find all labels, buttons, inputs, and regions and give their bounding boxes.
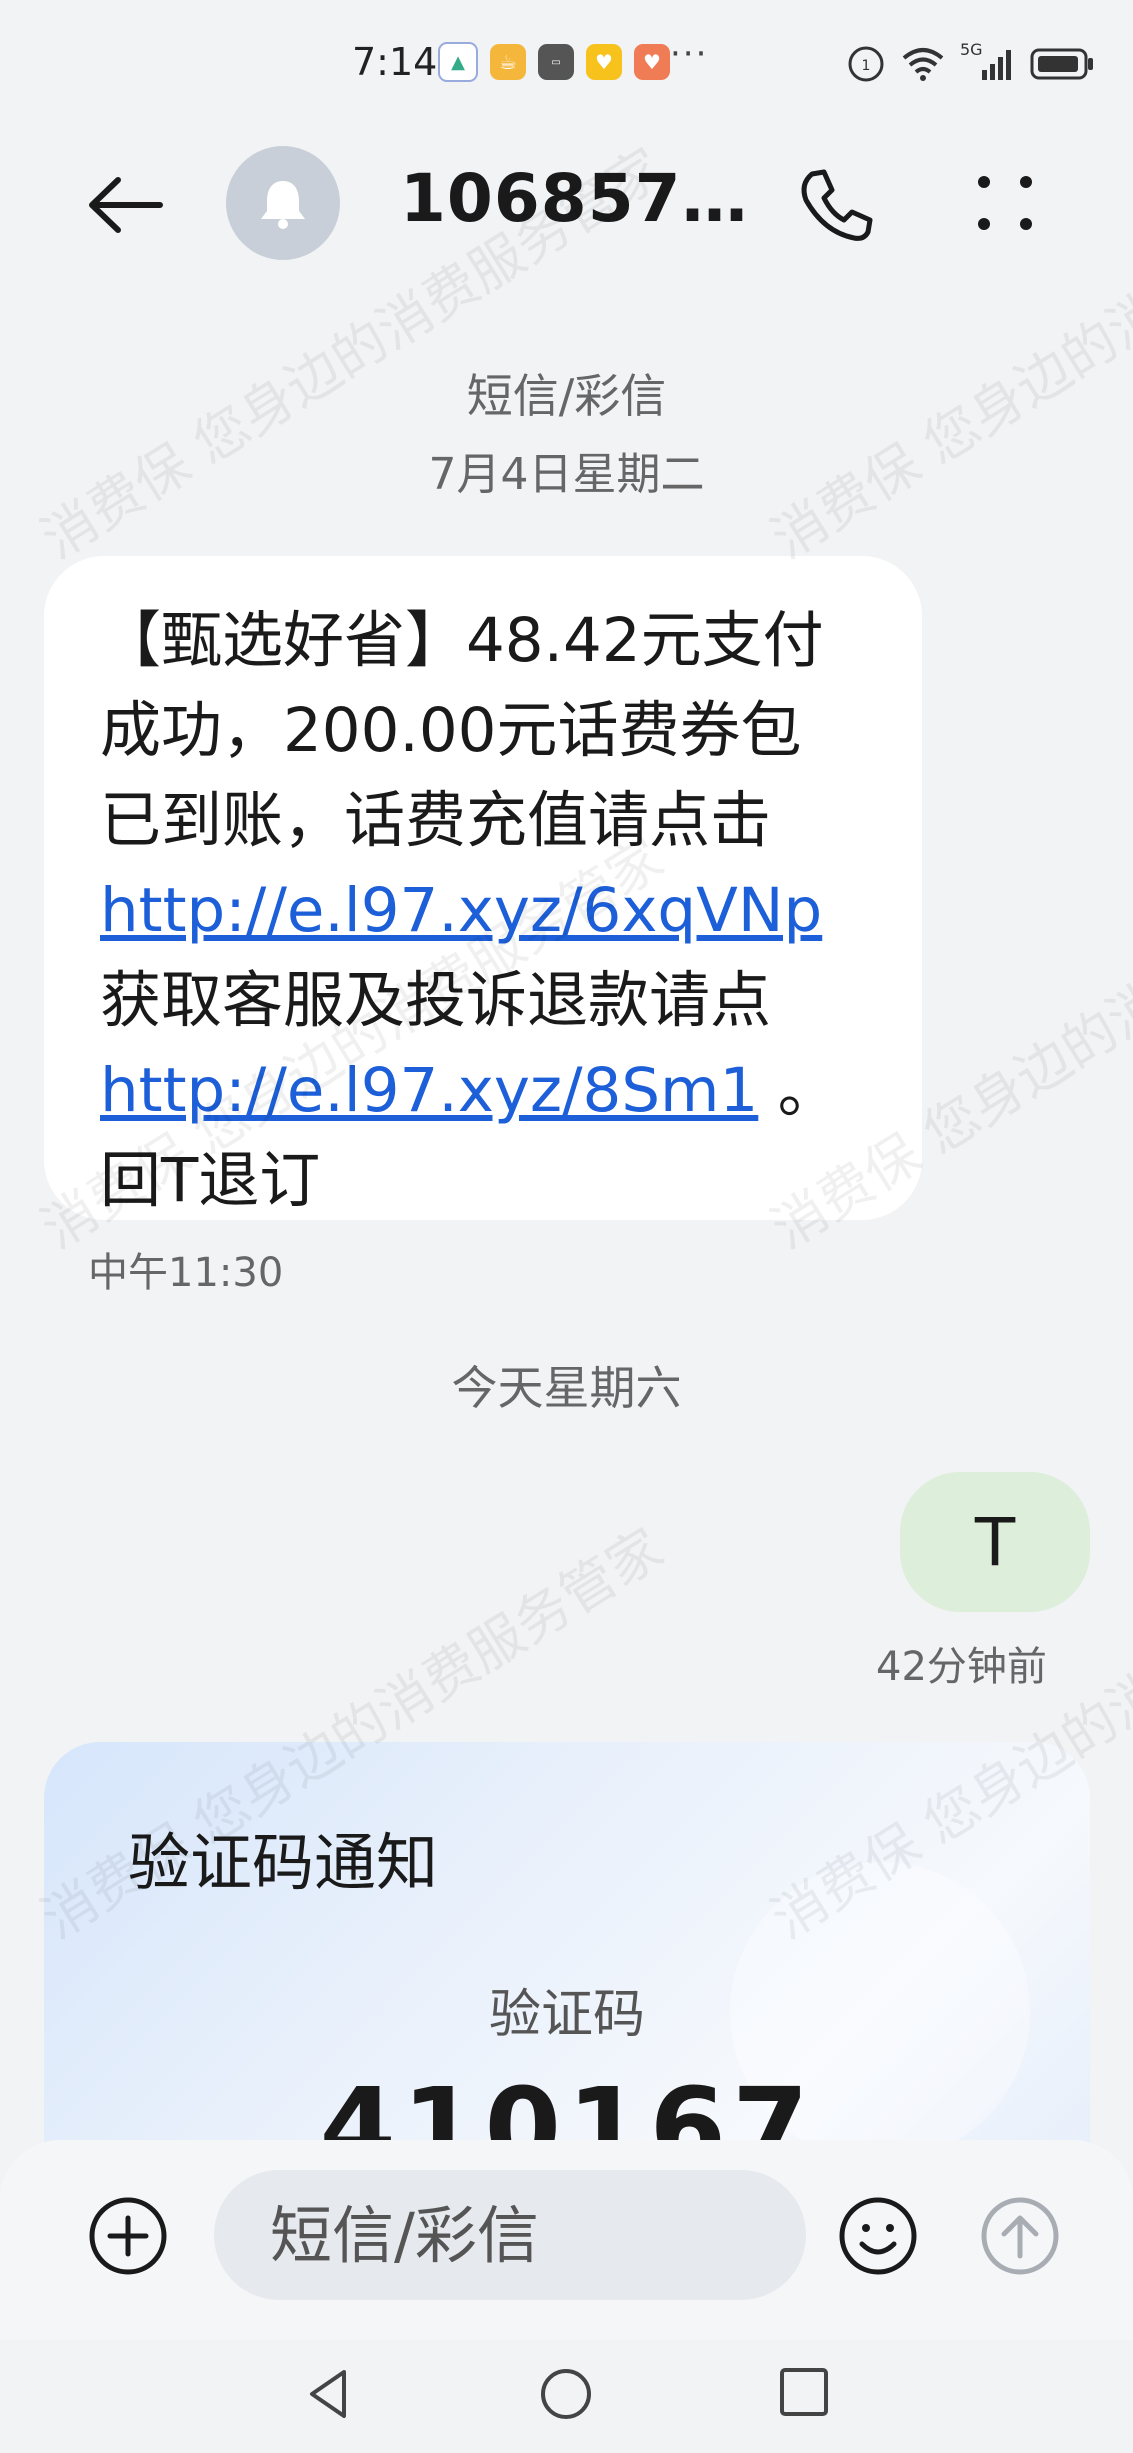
message-link[interactable]: http://e.l97.xyz/8Sm1 xyxy=(100,1055,758,1126)
app-notification-icon: ♥ xyxy=(586,44,622,80)
send-icon[interactable] xyxy=(978,2194,1062,2278)
message-link[interactable]: http://e.l97.xyz/6xqVNp xyxy=(100,875,822,946)
wifi-icon xyxy=(902,48,944,81)
date-separator: 7月4日星期二 xyxy=(428,449,705,500)
message-line: 成功，200.00元话费券包 xyxy=(100,695,802,766)
emoji-icon[interactable] xyxy=(836,2194,920,2278)
contact-avatar[interactable] xyxy=(226,146,340,260)
message-line: 已到账，话费充值请点击 xyxy=(100,785,772,856)
status-system-icons: 1 5G xyxy=(846,40,1096,84)
message-timestamp: 中午11:30 xyxy=(88,1250,284,1296)
outgoing-message-bubble[interactable]: T xyxy=(900,1472,1090,1612)
message-timestamp: 42分钟前 xyxy=(876,1644,1047,1690)
thread-type-label: 短信/彩信 xyxy=(466,369,667,423)
nav-recent-icon[interactable] xyxy=(776,2364,832,2420)
status-app-icons: ▲ ☕ ▭ ♥ ♥ xyxy=(438,42,670,82)
hd-call-icon: 1 xyxy=(848,46,884,82)
status-more-icon: ··· xyxy=(670,34,709,74)
message-punctuation: 。 xyxy=(758,1055,839,1126)
signal-icon: 5G xyxy=(960,40,1016,84)
svg-text:1: 1 xyxy=(862,58,871,74)
message-line: 获取客服及投诉退款请点 xyxy=(100,965,772,1036)
card-subtitle: 验证码 xyxy=(488,1985,645,2045)
message-line: 回T退订 xyxy=(100,1145,321,1216)
battery-icon xyxy=(1030,48,1093,80)
message-line: 【甄选好省】48.42元支付 xyxy=(100,605,824,676)
message-text: 【甄选好省】48.42元支付 成功，200.00元话费券包 已到账，话费充值请点… xyxy=(100,596,866,1226)
date-separator: 今天星期六 xyxy=(451,1361,682,1415)
contact-name[interactable]: 106857… xyxy=(400,160,749,237)
back-arrow-icon[interactable] xyxy=(80,160,170,250)
nav-back-icon[interactable] xyxy=(300,2364,360,2424)
incoming-message-bubble[interactable]: 【甄选好省】48.42元支付 成功，200.00元话费券包 已到账，话费充值请点… xyxy=(44,556,922,1220)
nav-home-icon[interactable] xyxy=(536,2364,596,2424)
app-notification-icon: ▭ xyxy=(538,44,574,80)
card-title: 验证码通知 xyxy=(128,1826,439,1899)
plus-icon[interactable] xyxy=(86,2194,170,2278)
app-notification-icon: ☕ xyxy=(490,44,526,80)
app-notification-icon: ♥ xyxy=(634,44,670,80)
phone-icon[interactable] xyxy=(790,160,880,250)
bell-icon xyxy=(261,181,305,229)
app-notification-icon: ▲ xyxy=(438,42,478,82)
status-time: 7:14 xyxy=(352,40,438,84)
more-dots-icon[interactable] xyxy=(960,160,1050,250)
message-input[interactable] xyxy=(214,2170,806,2300)
